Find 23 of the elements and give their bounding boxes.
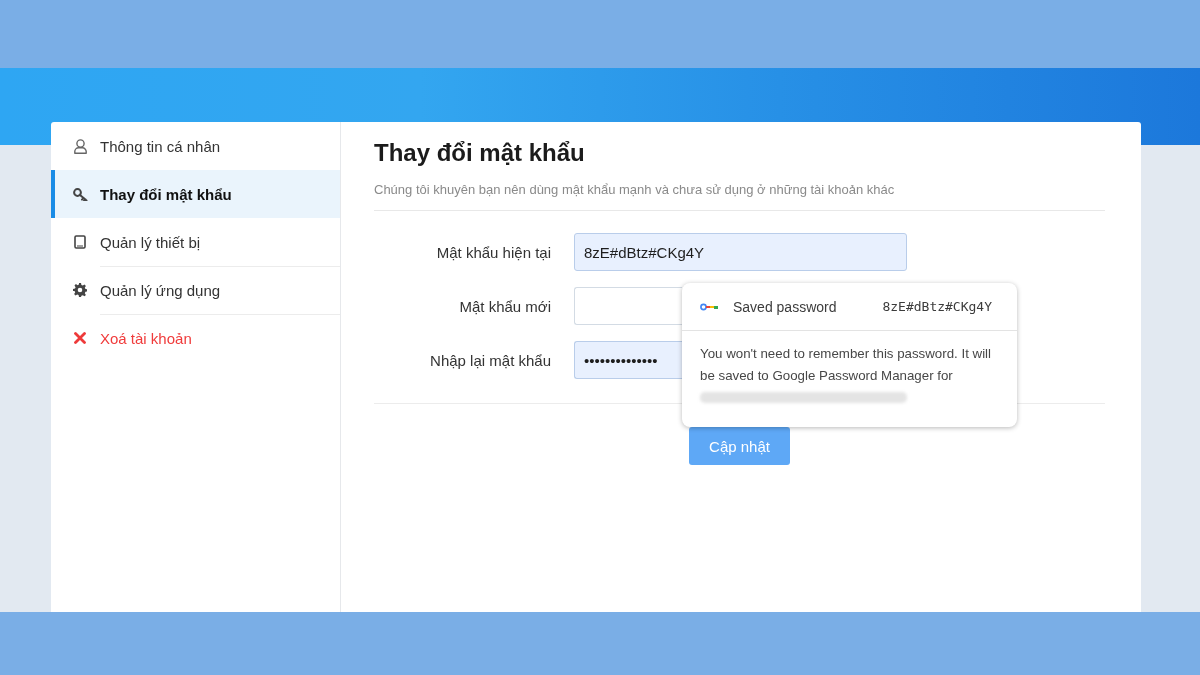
field-label: Mật khẩu hiện tại [435,243,551,261]
password-field[interactable]: •••••••••••••• [574,341,682,379]
user-icon [73,138,87,154]
sidebar-item[interactable]: Thông tin cá nhân [51,122,340,170]
password-value: 8zE#dBtz#CKg4Y [882,299,992,314]
popup-message: You won't need to remember this password. It will be saved to Google Password Manager for [700,345,993,385]
option-label: Saved password [733,298,838,315]
page-subtitle: Chúng tôi khuyên bạn nên dùng mật khẩu mạnh và chưa sử dụng ở những tài khoản khác [374,181,896,199]
tablet-icon [74,235,86,249]
field-label: Mật khẩu mới [458,297,551,315]
sidebar-item[interactable]: Thay đổi mật khẩu [51,170,340,218]
password-field[interactable] [574,287,682,325]
password-field[interactable]: 8zE#dBtz#CKg4Y [574,233,907,271]
sidebar-item[interactable]: Quản lý thiết bị [51,218,340,266]
page-title: Thay đổi mật khẩu [374,138,585,168]
key-icon [72,187,88,201]
field-label: Nhập lại mật khẩu [429,351,551,369]
gear-icon [73,283,87,297]
key-icon [700,302,718,311]
sidebar-item[interactable]: Xoá tài khoản [51,314,340,362]
saved-password-option[interactable]: Saved password 8zE#dBtz#CKg4Y [682,283,1017,331]
cross-icon [74,332,86,344]
sidebar-item[interactable]: Quản lý ứng dụng [51,266,340,314]
